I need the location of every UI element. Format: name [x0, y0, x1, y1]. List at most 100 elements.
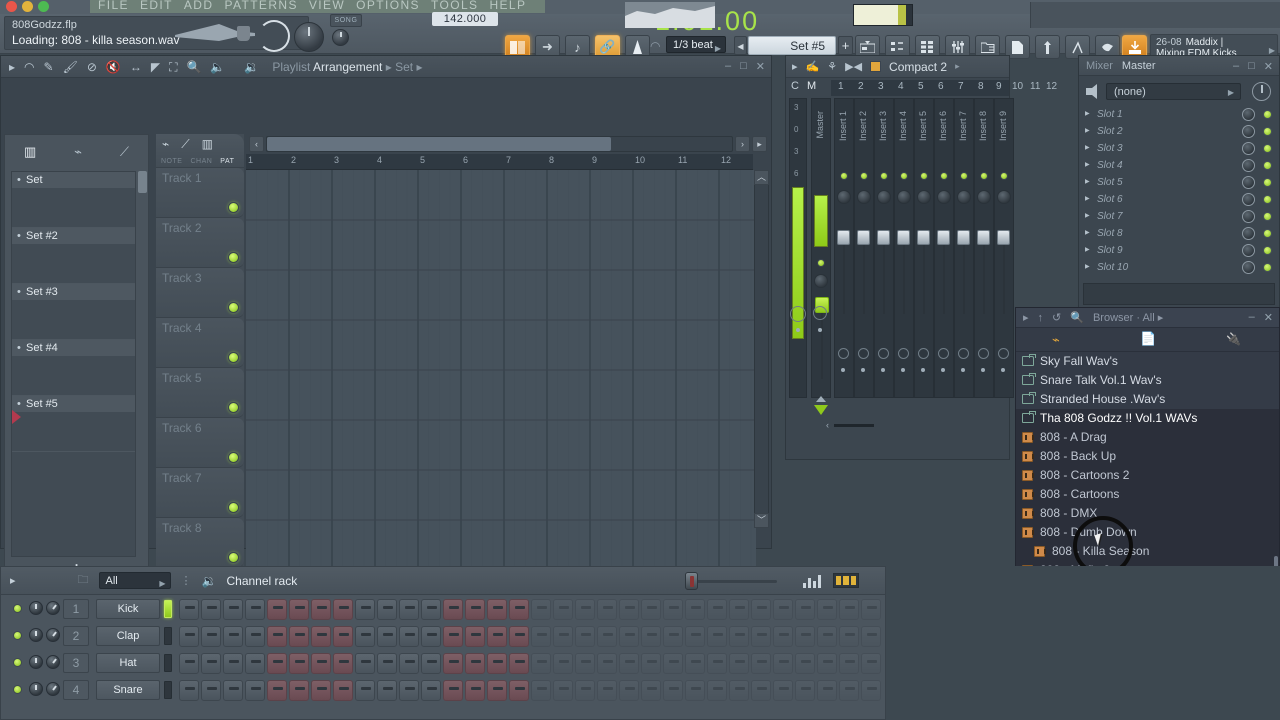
step-button[interactable] [839, 653, 859, 674]
step-button[interactable] [179, 626, 199, 647]
track-led-icon[interactable] [228, 402, 239, 413]
step-button[interactable] [839, 599, 859, 620]
step-button[interactable] [663, 680, 683, 701]
pattern-item[interactable]: Set #2 [12, 228, 135, 284]
step-button[interactable] [619, 626, 639, 647]
playlist-scroll-up-button[interactable]: ︿ [754, 170, 769, 185]
channel-number[interactable]: 3 [63, 653, 89, 673]
step-button[interactable] [509, 599, 529, 620]
step-button[interactable] [619, 599, 639, 620]
pattern-name[interactable]: Set #3 [12, 284, 135, 300]
pattern-panel-tabs[interactable]: ▥ ⌁ ⟋ [5, 135, 148, 169]
fx-slot-knob[interactable] [1242, 210, 1255, 223]
fx-power-icon[interactable] [1252, 82, 1271, 101]
step-button[interactable] [245, 653, 265, 674]
mixer-master-strip[interactable]: Master [811, 98, 831, 398]
step-button[interactable] [201, 599, 221, 620]
fx-slot-knob[interactable] [1242, 125, 1255, 138]
channel-mute-led-icon[interactable] [13, 685, 22, 694]
pattern-item[interactable]: Set #3 [12, 284, 135, 340]
piano-roll-tab-icon[interactable]: ▥ [24, 144, 36, 160]
step-button[interactable] [443, 653, 463, 674]
mixer-insert-strip[interactable]: Insert 1 [834, 98, 854, 398]
step-button[interactable] [311, 653, 331, 674]
step-button[interactable] [707, 680, 727, 701]
note-mode-label[interactable]: NOTE [161, 158, 182, 165]
step-button[interactable] [773, 680, 793, 701]
step-sequencer-row[interactable] [179, 626, 881, 647]
step-button[interactable] [553, 626, 573, 647]
channel-rack-speaker-icon[interactable]: 🔉 [202, 574, 217, 588]
select-icon[interactable]: ⛶ [169, 61, 177, 73]
step-button[interactable] [421, 626, 441, 647]
step-button[interactable] [861, 653, 881, 674]
step-button[interactable] [355, 626, 375, 647]
step-button[interactable] [751, 599, 771, 620]
step-button[interactable] [399, 680, 419, 701]
fx-slot-knob[interactable] [1242, 108, 1255, 121]
channel-filter-selector[interactable]: All ▶ [98, 572, 171, 589]
step-button[interactable] [355, 653, 375, 674]
channel-mute-led-icon[interactable] [13, 658, 22, 667]
step-button[interactable] [245, 626, 265, 647]
mixer-insert-strip[interactable]: Insert 8 [974, 98, 994, 398]
channel-mute-led-icon[interactable] [13, 604, 22, 613]
pat-mode-label[interactable]: PAT [220, 158, 234, 165]
step-button[interactable] [443, 599, 463, 620]
browser-minimize-button[interactable]: – [1249, 311, 1255, 324]
master-pan-knob[interactable] [814, 274, 828, 288]
menu-item-options[interactable]: OPTIONS [356, 0, 420, 12]
browser-file-row[interactable]: 808 - Cartoons [1016, 485, 1279, 504]
step-button[interactable] [289, 599, 309, 620]
step-button[interactable] [641, 626, 661, 647]
playlist-scroll-left-button[interactable]: ‹ [249, 136, 264, 152]
pattern-list[interactable]: Set Set #2 Set #3 Set #4 Set #5 [11, 171, 136, 557]
menu-item-patterns[interactable]: PATTERNS [224, 0, 297, 12]
chan-mode-label[interactable]: CHAN [190, 158, 212, 165]
step-button[interactable] [597, 680, 617, 701]
step-button[interactable] [267, 626, 287, 647]
step-button[interactable] [861, 680, 881, 701]
pattern-add-button[interactable]: + [838, 36, 853, 55]
fxrack-close-button[interactable]: ✕ [1264, 60, 1273, 73]
step-button[interactable] [751, 626, 771, 647]
plugin-picker-icon[interactable] [1035, 35, 1060, 59]
channel-name-button[interactable]: Hat [96, 653, 160, 673]
fx-slot-led-icon[interactable] [1263, 178, 1272, 187]
step-button[interactable] [399, 626, 419, 647]
channel-pan-knob[interactable] [46, 628, 60, 642]
step-button[interactable] [223, 599, 243, 620]
step-button[interactable] [487, 626, 507, 647]
track-header-tabs[interactable]: ⌁ ⟋ ▥ NOTE CHAN PAT [156, 134, 244, 168]
step-button[interactable] [421, 599, 441, 620]
step-button[interactable] [531, 653, 551, 674]
step-button[interactable] [729, 680, 749, 701]
track-mode-labels[interactable]: NOTE CHAN PAT [161, 158, 234, 165]
track-name[interactable]: Track 7 [162, 471, 202, 485]
step-button[interactable] [641, 653, 661, 674]
close-dot-icon[interactable] [6, 1, 17, 12]
step-button[interactable] [267, 599, 287, 620]
step-button[interactable] [685, 653, 705, 674]
fx-input-icon[interactable] [1085, 84, 1103, 99]
audio-clip-tab-icon[interactable]: ⌁ [74, 144, 82, 160]
step-button[interactable] [465, 653, 485, 674]
menu-item-view[interactable]: VIEW [309, 0, 345, 12]
menu-item-help[interactable]: HELP [489, 0, 526, 12]
step-sequencer-row[interactable] [179, 653, 881, 674]
fxrack-window-controls[interactable]: – □ ✕ [1233, 60, 1273, 73]
master-led-icon[interactable] [817, 259, 825, 267]
pattern-name[interactable]: Set #5 [12, 396, 135, 412]
tempo-display[interactable]: 142.000 [432, 12, 498, 26]
mixer-insert-strip[interactable]: Insert 2 [854, 98, 874, 398]
step-button[interactable] [575, 680, 595, 701]
step-button[interactable] [773, 653, 793, 674]
step-button[interactable] [443, 626, 463, 647]
playlist-maximize-button[interactable]: □ [740, 60, 747, 73]
step-button[interactable] [443, 680, 463, 701]
step-button[interactable] [795, 626, 815, 647]
channel-row[interactable]: 4 Snare [1, 676, 885, 703]
step-button[interactable] [575, 599, 595, 620]
song-mode-button[interactable]: SONG [330, 14, 362, 27]
playlist-scroll-down-button[interactable]: ﹀ [754, 513, 769, 528]
